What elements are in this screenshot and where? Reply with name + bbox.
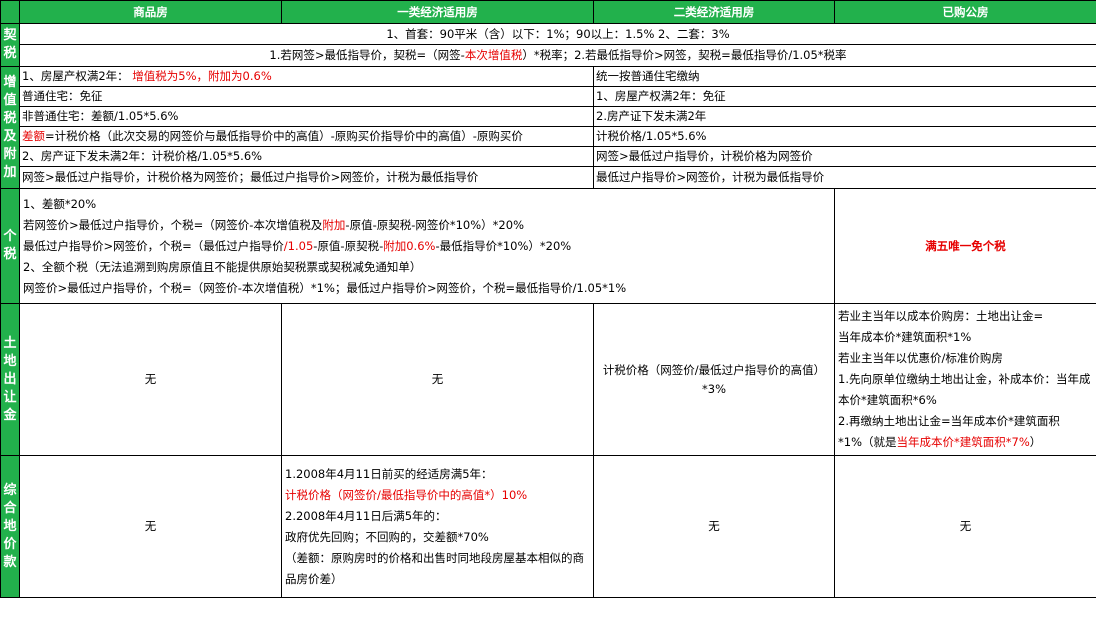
vat-left-line3: 非普通住宅：差额/1.05*5.6%	[19, 106, 594, 127]
tax-table: 商品房 一类经济适用房 二类经济适用房 已购公房 契税 1、首套：90平米（含）…	[0, 0, 1096, 598]
header-purchased-public-housing: 已购公房	[834, 0, 1096, 24]
pit-line2-text: 若网签价>最低过户指导价，个税=（网签价-本次增值税及	[23, 217, 323, 232]
land-fee-public-line6-highlight: 当年成本价*建筑面积*7%	[896, 435, 1030, 449]
pit-line2-highlight: 附加	[322, 217, 346, 232]
vat-left-line4-text: =计税价格（此次交易的网签价与最低指导价中的高值）-原购买价指导价中的高值）-原…	[45, 129, 523, 143]
vat-left-line1: 1、房屋产权满2年： 增值税为5%，附加为0.6%	[19, 66, 594, 87]
comprehensive-type1-line2-highlight: 计税价格（网签价/最低指导价中的高值*）10%	[285, 487, 528, 502]
land-fee-public-line6: *1%（就是当年成本价*建筑面积*7%）	[838, 432, 1093, 453]
pit-public-housing-exemption: 满五唯一免个税	[834, 188, 1096, 304]
deed-tax-formula-highlight: 本次增值税	[464, 48, 523, 62]
pit-line3-tail: -最低指导价*10%）*20%	[435, 238, 572, 253]
vat-left-line5: 2、房产证下发未满2年：计税价格/1.05*5.6%	[19, 146, 594, 167]
pit-line5: 网签价>最低过户指导价，个税=（网签价-本次增值税）*1%；最低过户指导价>网签…	[23, 280, 627, 295]
vat-row-2: 普通住宅：免征 1、房屋产权满2年：免征	[1, 86, 1096, 107]
comprehensive-land-type1: 1.2008年4月11日前买的经适房满5年： 计税价格（网签价/最低指导价中的高…	[281, 455, 594, 598]
land-fee-public-line6-text: *1%（就是	[838, 435, 897, 449]
vat-left-line1-highlight: 增值税为5%，附加为0.6%	[132, 69, 272, 83]
pit-line1: 1、差额*20%	[23, 196, 97, 211]
deed-tax-formula: 1.若网签>最低指导价，契税=（网签-本次增值税）*税率；2.若最低指导价>网签…	[19, 44, 1096, 67]
deed-tax-formula-part2: ）*税率；2.若最低指导价>网签，契税=最低指导价/1.05*税率	[522, 48, 847, 62]
land-fee-type2: 计税价格（网签价/最低过户指导价的高值）*3%	[593, 303, 835, 456]
land-fee-public-line4: 1.先向原单位缴纳土地出让金，补成本价：当年成本价*建筑面积*6%	[838, 372, 1091, 407]
land-fee-public-line5: 2.再缴纳土地出让金=当年成本价*建筑面积	[838, 414, 1060, 428]
land-fee-public-line3: 若业主当年以优惠价/标准价购房	[838, 351, 1003, 365]
comprehensive-type1-line5: （差额：原购房时的价格和出售时同地段房屋基本相似的商品房价差）	[285, 550, 584, 586]
vat-right-line2: 1、房屋产权满2年：免征	[593, 86, 1096, 107]
header-commercial-housing: 商品房	[19, 0, 282, 24]
land-fee-public-housing: 若业主当年以成本价购房：土地出让金= 当年成本价*建筑面积*1% 若业主当年以优…	[834, 303, 1096, 456]
pit-line3-highlight1: /1.05	[283, 238, 314, 253]
vat-left-line2: 普通住宅：免征	[19, 86, 594, 107]
header-type1-affordable-housing: 一类经济适用房	[281, 0, 594, 24]
land-fee-public-line2: 当年成本价*建筑面积*1%	[838, 330, 972, 344]
vat-right-line5: 网签>最低过户指导价，计税价格为网签价	[593, 146, 1096, 167]
pit-row: 个税 1、差额*20% 若网签价>最低过户指导价，个税=（网签价-本次增值税及附…	[0, 188, 1096, 304]
comprehensive-land-label: 综合地价款	[0, 455, 20, 598]
deed-tax-formula-part1: 1.若网签>最低指导价，契税=（网签-	[269, 48, 465, 62]
comprehensive-type1-line1: 1.2008年4月11日前买的经适房满5年：	[285, 466, 493, 481]
vat-right-line6: 最低过户指导价>网签价，计税为最低指导价	[593, 166, 1096, 189]
pit-line3-highlight2: 附加0.6%	[383, 238, 436, 253]
header-corner	[0, 0, 20, 24]
land-fee-row: 土地出让金 无 无 计税价格（网签价/最低过户指导价的高值）*3% 若业主当年以…	[0, 303, 1096, 456]
header-type2-affordable-housing: 二类经济适用房	[593, 0, 835, 24]
vat-left-line4: 差额=计税价格（此次交易的网签价与最低指导价中的高值）-原购买价指导价中的高值）…	[19, 126, 594, 147]
vat-row-6: 网签>最低过户指导价，计税价格为网签价；最低过户指导价>网签价，计税为最低指导价…	[1, 166, 1096, 189]
vat-left-line1-text: 1、房屋产权满2年：	[22, 69, 133, 83]
comprehensive-land-type2: 无	[593, 455, 835, 598]
vat-row-3: 非普通住宅：差额/1.05*5.6% 2.房产证下发未满2年	[1, 106, 1096, 127]
vat-right-line3: 2.房产证下发未满2年	[593, 106, 1096, 127]
comprehensive-type1-line4: 政府优先回购；不回购的，交差额*70%	[285, 529, 489, 544]
vat-row-5: 2、房产证下发未满2年：计税价格/1.05*5.6% 网签>最低过户指导价，计税…	[1, 146, 1096, 167]
vat-left-line4-highlight: 差额	[22, 129, 45, 143]
deed-tax-rates: 1、首套：90平米（含）以下：1%；90以上：1.5% 2、二套：3%	[19, 23, 1096, 45]
pit-line2: 若网签价>最低过户指导价，个税=（网签价-本次增值税及附加-原值-原契税-网签价…	[23, 215, 831, 236]
land-fee-label: 土地出让金	[0, 303, 20, 456]
vat-label: 增值税及附加	[0, 66, 20, 189]
land-fee-public-line1: 若业主当年以成本价购房：土地出让金=	[838, 309, 1044, 323]
pit-label: 个税	[0, 188, 20, 304]
pit-line3: 最低过户指导价>网签价，个税=（最低过户指导价/1.05-原值-原契税-附加0.…	[23, 236, 831, 257]
header-row: 商品房 一类经济适用房 二类经济适用房 已购公房	[0, 0, 1096, 24]
pit-line3-text: 最低过户指导价>网签价，个税=（最低过户指导价	[23, 238, 284, 253]
vat-right-line4: 计税价格/1.05*5.6%	[593, 126, 1096, 147]
land-fee-type1: 无	[281, 303, 594, 456]
comprehensive-land-commercial: 无	[19, 455, 282, 598]
vat-right-line1: 统一按普通住宅缴纳	[593, 66, 1096, 87]
vat-left-line6: 网签>最低过户指导价，计税价格为网签价；最低过户指导价>网签价，计税为最低指导价	[19, 166, 594, 189]
vat-row-4: 差额=计税价格（此次交易的网签价与最低指导价中的高值）-原购买价指导价中的高值）…	[1, 126, 1096, 147]
pit-line4: 2、全额个税（无法追溯到购房原值且不能提供原始契税票或契税减免通知单）	[23, 259, 422, 274]
deed-tax-label: 契税	[0, 23, 20, 67]
deed-tax-row-1: 契税 1、首套：90平米（含）以下：1%；90以上：1.5% 2、二套：3%	[0, 23, 1096, 67]
comprehensive-land-row: 综合地价款 无 1.2008年4月11日前买的经适房满5年： 计税价格（网签价/…	[0, 455, 1096, 598]
comprehensive-type1-line3: 2.2008年4月11日后满5年的：	[285, 508, 447, 523]
pit-line2-tail: -原值-原契税-网签价*10%）*20%	[345, 217, 524, 232]
vat-row-1: 增值税及附加 1、房屋产权满2年： 增值税为5%，附加为0.6% 统一按普通住宅…	[0, 66, 1096, 189]
comprehensive-land-public-housing: 无	[834, 455, 1096, 598]
land-fee-public-line6-tail: ）	[1029, 435, 1042, 449]
pit-formulas: 1、差额*20% 若网签价>最低过户指导价，个税=（网签价-本次增值税及附加-原…	[19, 188, 835, 304]
pit-line3-middle: -原值-原契税-	[313, 238, 384, 253]
deed-tax-row-2: 1.若网签>最低指导价，契税=（网签-本次增值税）*税率；2.若最低指导价>网签…	[1, 44, 1096, 67]
land-fee-commercial: 无	[19, 303, 282, 456]
